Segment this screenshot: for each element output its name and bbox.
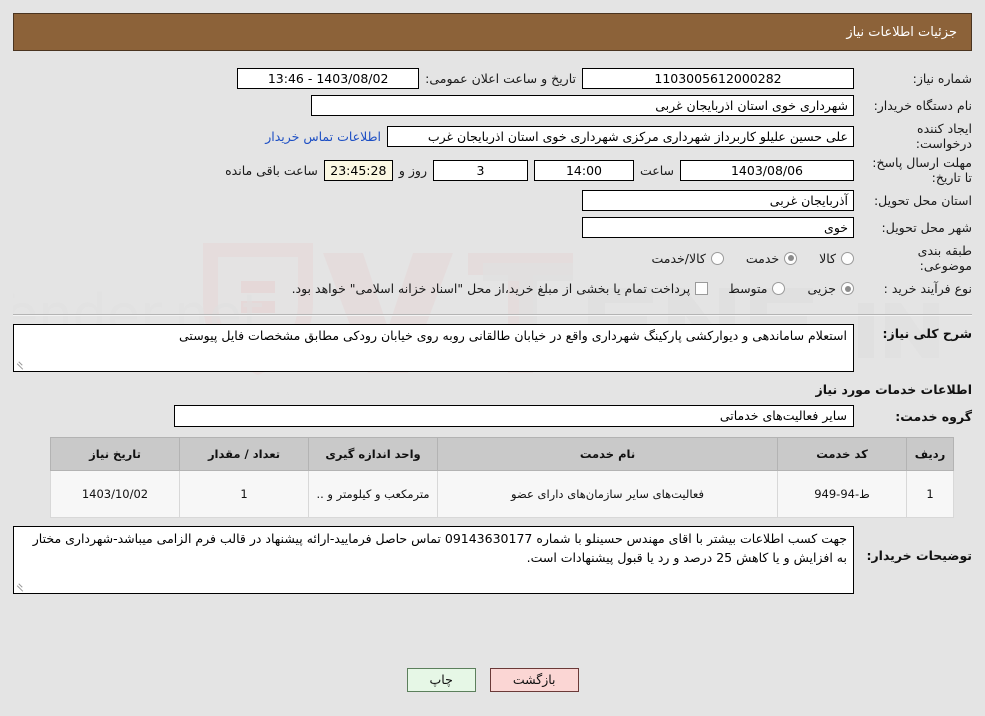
general-description-text: استعلام ساماندهی و دیوارکشی پارکینگ شهرد… bbox=[179, 328, 847, 343]
buyer-notes-value: جهت کسب اطلاعات بیشتر با اقای مهندس حسین… bbox=[13, 526, 854, 594]
th-date: تاریخ نیاز bbox=[50, 437, 180, 471]
table-header-row: ردیف کد خدمت نام خدمت واحد اندازه گیری ت… bbox=[50, 437, 954, 471]
row-request-creator: ایجاد کننده درخواست: علی حسین علیلو کارب… bbox=[13, 121, 972, 151]
buyer-org-value: شهرداری خوی استان اذربایجان غربی bbox=[311, 95, 854, 116]
buyer-contact-link[interactable]: اطلاعات تماس خریدار bbox=[265, 129, 381, 144]
cell-radif: 1 bbox=[906, 470, 954, 518]
radio-icon[interactable] bbox=[784, 251, 798, 265]
section-divider bbox=[13, 314, 972, 316]
radio-process-jozei[interactable]: جزیی bbox=[807, 281, 854, 296]
footer-actions: بازگشت چاپ bbox=[0, 668, 985, 692]
th-radif: ردیف bbox=[906, 437, 954, 471]
row-response-deadline: مهلت ارسال پاسخ: تا تاریخ: 1403/08/06 سا… bbox=[13, 155, 972, 185]
request-creator-value: علی حسین علیلو کاربرداز شهرداری مرکزی شه… bbox=[387, 125, 854, 147]
need-number-value: 1103005612000282 bbox=[582, 68, 854, 89]
th-name: نام خدمت bbox=[437, 437, 778, 471]
checkbox-icon[interactable] bbox=[695, 282, 709, 295]
row-service-group: گروه خدمت: سایر فعالیت‌های خدماتی bbox=[13, 405, 972, 427]
cell-qty: 1 bbox=[179, 470, 309, 518]
classification-label: طبقه بندی موضوعی: bbox=[917, 243, 972, 273]
row-purchase-process: نوع فرآیند خرید : جزیی متوسط پرداخت تمام… bbox=[13, 277, 972, 300]
radio-label: جزیی bbox=[807, 281, 836, 296]
radio-icon[interactable] bbox=[710, 251, 724, 265]
radio-icon[interactable] bbox=[841, 282, 854, 295]
cell-name: فعالیت‌های سایر سازمان‌های دارای عضو bbox=[437, 470, 778, 518]
treasury-bonds-checkbox-row[interactable]: پرداخت تمام یا بخشی از مبلغ خرید،از محل … bbox=[292, 281, 709, 296]
back-button[interactable]: بازگشت bbox=[489, 668, 579, 692]
cell-unit: مترمکعب و کیلومتر و .. bbox=[308, 470, 438, 518]
resize-grip-icon[interactable] bbox=[16, 360, 26, 370]
services-table-body: 1 ط-94-949 فعالیت‌های سایر سازمان‌های دا… bbox=[50, 470, 954, 518]
buyer-notes-label: توضیحات خریدار: bbox=[866, 548, 972, 563]
radio-classification-khedmat[interactable]: خدمت bbox=[745, 250, 798, 266]
resize-grip-icon[interactable] bbox=[16, 582, 26, 592]
radio-label: کالا/خدمت bbox=[651, 250, 706, 266]
need-number-label: شماره نیاز: bbox=[912, 71, 972, 86]
row-buyer-notes: توضیحات خریدار: جهت کسب اطلاعات بیشتر با… bbox=[13, 526, 972, 594]
row-delivery-city: شهر محل تحویل: خوی bbox=[13, 216, 972, 239]
days-label: روز و bbox=[398, 162, 427, 178]
delivery-province-value: آذربایجان غربی bbox=[582, 190, 854, 211]
deadline-date-value: 1403/08/06 bbox=[680, 159, 854, 181]
service-group-label: گروه خدمت: bbox=[895, 408, 972, 424]
classification-radio-group: کالا خدمت کالا/خدمت bbox=[651, 251, 854, 266]
row-need-number: شماره نیاز: 1103005612000282 تاریخ و ساع… bbox=[13, 67, 972, 90]
cell-code: ط-94-949 bbox=[777, 470, 907, 518]
delivery-city-label: شهر محل تحویل: bbox=[881, 220, 972, 235]
buyer-org-label: نام دستگاه خریدار: bbox=[873, 98, 972, 113]
services-table-head: ردیف کد خدمت نام خدمت واحد اندازه گیری ت… bbox=[50, 437, 954, 471]
general-description-value: استعلام ساماندهی و دیوارکشی پارکینگ شهرد… bbox=[13, 324, 854, 372]
radio-classification-kala[interactable]: کالا bbox=[819, 251, 854, 266]
page-title: جزئیات اطلاعات نیاز bbox=[846, 24, 957, 40]
treasury-bonds-text: پرداخت تمام یا بخشی از مبلغ خرید،از محل … bbox=[291, 281, 691, 296]
th-code: کد خدمت bbox=[777, 437, 907, 471]
radio-icon[interactable] bbox=[772, 282, 786, 295]
print-button[interactable]: چاپ bbox=[406, 668, 476, 692]
page-header: جزئیات اطلاعات نیاز bbox=[13, 13, 972, 51]
buyer-notes-text: جهت کسب اطلاعات بیشتر با اقای مهندس حسین… bbox=[32, 531, 847, 565]
row-delivery-province: استان محل تحویل: آذربایجان غربی bbox=[13, 189, 972, 212]
remaining-hours-label: ساعت باقی مانده bbox=[225, 162, 318, 178]
th-qty: تعداد / مقدار bbox=[179, 437, 309, 471]
general-description-label: شرح کلی نیاز: bbox=[882, 326, 972, 341]
remaining-days-value: 3 bbox=[432, 159, 528, 181]
radio-process-motevaset[interactable]: متوسط bbox=[728, 281, 786, 296]
row-buyer-org: نام دستگاه خریدار: شهرداری خوی استان اذر… bbox=[13, 94, 972, 117]
service-group-value: سایر فعالیت‌های خدماتی bbox=[174, 405, 854, 427]
services-section-title: اطلاعات خدمات مورد نیاز bbox=[815, 382, 973, 397]
countdown-timer-value: 23:45:28 bbox=[323, 159, 393, 181]
public-announcement-value: 1403/08/02 - 13:46 bbox=[237, 68, 420, 89]
table-row: 1 ط-94-949 فعالیت‌های سایر سازمان‌های دا… bbox=[50, 470, 954, 518]
radio-label: خدمت bbox=[745, 250, 780, 266]
request-creator-label: ایجاد کننده درخواست: bbox=[915, 121, 972, 151]
deadline-hour-value: 14:00 bbox=[533, 159, 634, 181]
th-unit: واحد اندازه گیری bbox=[308, 437, 438, 471]
radio-label: متوسط bbox=[728, 281, 768, 296]
need-info-form: شماره نیاز: 1103005612000282 تاریخ و ساع… bbox=[13, 61, 972, 308]
delivery-city-value: خوی bbox=[582, 217, 854, 238]
radio-label: کالا bbox=[819, 250, 836, 266]
row-general-description: شرح کلی نیاز: استعلام ساماندهی و دیوارکش… bbox=[13, 324, 972, 372]
radio-icon[interactable] bbox=[841, 251, 854, 265]
purchase-process-radio-group: جزیی متوسط bbox=[728, 281, 854, 296]
delivery-province-label: استان محل تحویل: bbox=[873, 193, 972, 208]
cell-date: 1403/10/02 bbox=[50, 470, 180, 518]
row-classification: طبقه بندی موضوعی: کالا خدمت کالا/خدمت bbox=[13, 243, 972, 273]
radio-classification-kala-khedmat[interactable]: کالا/خدمت bbox=[651, 250, 724, 266]
services-table: ردیف کد خدمت نام خدمت واحد اندازه گیری ت… bbox=[50, 437, 954, 518]
public-announcement-label: تاریخ و ساعت اعلان عمومی: bbox=[425, 71, 576, 86]
hour-label: ساعت bbox=[639, 162, 674, 178]
services-table-wrapper: ردیف کد خدمت نام خدمت واحد اندازه گیری ت… bbox=[13, 437, 972, 518]
main-panel: شماره نیاز: 1103005612000282 تاریخ و ساع… bbox=[13, 61, 972, 594]
purchase-process-label: نوع فرآیند خرید : bbox=[883, 281, 972, 296]
response-deadline-label: مهلت ارسال پاسخ: تا تاریخ: bbox=[872, 155, 972, 185]
